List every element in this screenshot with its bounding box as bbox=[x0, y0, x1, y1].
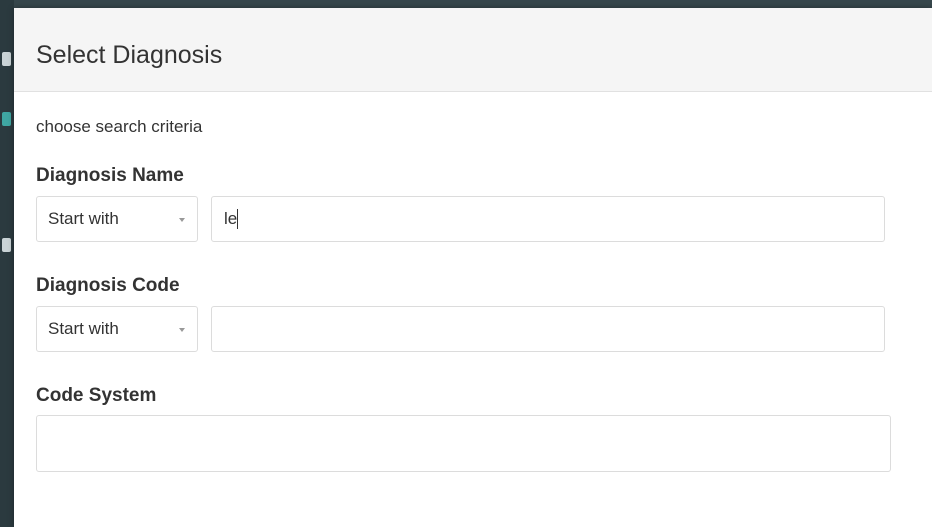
diagnosis-name-input-text: le bbox=[224, 209, 239, 229]
background-app-edge bbox=[0, 0, 14, 527]
background-glyph bbox=[2, 52, 11, 66]
chevron-down-icon bbox=[179, 328, 185, 332]
search-criteria-hint: choose search criteria bbox=[36, 117, 203, 136]
chevron-down-icon bbox=[179, 218, 185, 222]
dialog-title: Select Diagnosis bbox=[36, 41, 223, 69]
diagnosis-code-match-select[interactable]: Start with bbox=[36, 306, 198, 352]
text-cursor bbox=[237, 209, 239, 229]
diagnosis-name-input[interactable]: le bbox=[211, 196, 885, 242]
diagnosis-name-match-value: Start with bbox=[48, 209, 119, 228]
background-glyph bbox=[2, 238, 11, 252]
diagnosis-name-label: Diagnosis Name bbox=[36, 165, 184, 186]
code-system-label: Code System bbox=[36, 385, 157, 406]
diagnosis-code-match-value: Start with bbox=[48, 319, 119, 338]
diagnosis-name-value: le bbox=[224, 209, 238, 228]
code-system-input[interactable] bbox=[36, 415, 891, 472]
dialog-header: Select Diagnosis bbox=[14, 8, 932, 92]
diagnosis-code-input[interactable] bbox=[211, 306, 885, 352]
select-diagnosis-dialog: Select Diagnosis choose search criteria … bbox=[14, 8, 932, 527]
background-glyph bbox=[2, 112, 11, 126]
diagnosis-name-match-select[interactable]: Start with bbox=[36, 196, 198, 242]
diagnosis-code-label: Diagnosis Code bbox=[36, 275, 180, 296]
